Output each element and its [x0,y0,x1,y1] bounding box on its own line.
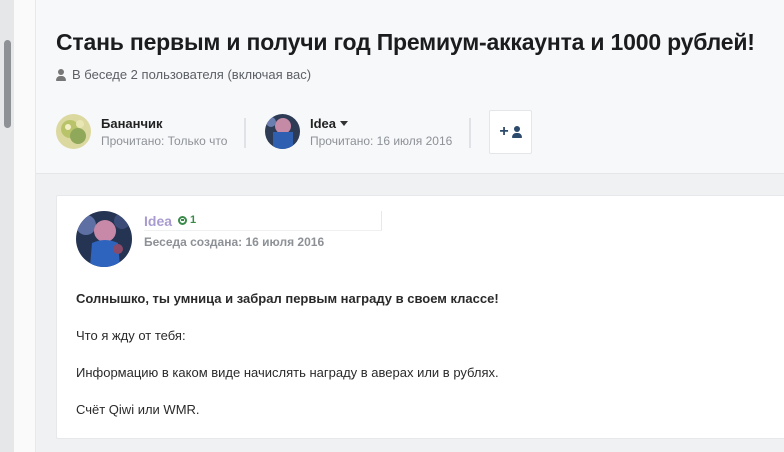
scrollbar-thumb[interactable] [4,40,11,128]
participants-meta: В беседе 2 пользователя (включая вас) [56,67,311,82]
message-paragraph: Информацию в каком виде начислять наград… [76,365,499,380]
add-participant-button[interactable]: + [489,110,532,154]
avatar[interactable] [56,114,91,149]
message-paragraph: Счёт Qiwi или WMR. [76,402,200,417]
participant-name[interactable]: Бананчик [101,116,163,131]
sidebar-strip [14,0,36,452]
participant-bananchik[interactable]: Бананчик Прочитано: Только что [56,114,227,149]
message-body: Солнышко, ты умница и забрал первым нагр… [76,290,499,438]
caret-down-icon[interactable] [340,120,349,126]
participant-name[interactable]: Idea [310,116,336,131]
read-status: Прочитано: 16 июля 2016 [310,133,453,148]
reputation-icon [178,215,187,225]
user-icon [56,68,66,81]
divider [469,118,471,148]
reputation-count: 1 [190,214,197,226]
page-title: Стань первым и получи год Премиум-аккаун… [56,29,755,55]
plus-icon: + [499,123,509,140]
reputation-badge: 1 [178,214,196,226]
author-name[interactable]: Idea [144,213,172,229]
conversation-created: Беседа создана: 16 июля 2016 [144,235,325,249]
divider [244,118,246,148]
person-icon [511,126,522,138]
participant-idea[interactable]: Idea Прочитано: 16 июля 2016 [265,114,452,149]
participants-count-text: В беседе 2 пользователя (включая вас) [72,67,312,82]
message-paragraph: Солнышко, ты умница и забрал первым нагр… [76,291,499,306]
avatar[interactable] [265,114,300,149]
scrollbar-track[interactable] [0,0,14,452]
author-avatar[interactable] [76,211,132,267]
read-status: Прочитано: Только что [101,133,228,148]
message-paragraph: Что я жду от тебя: [76,328,186,343]
